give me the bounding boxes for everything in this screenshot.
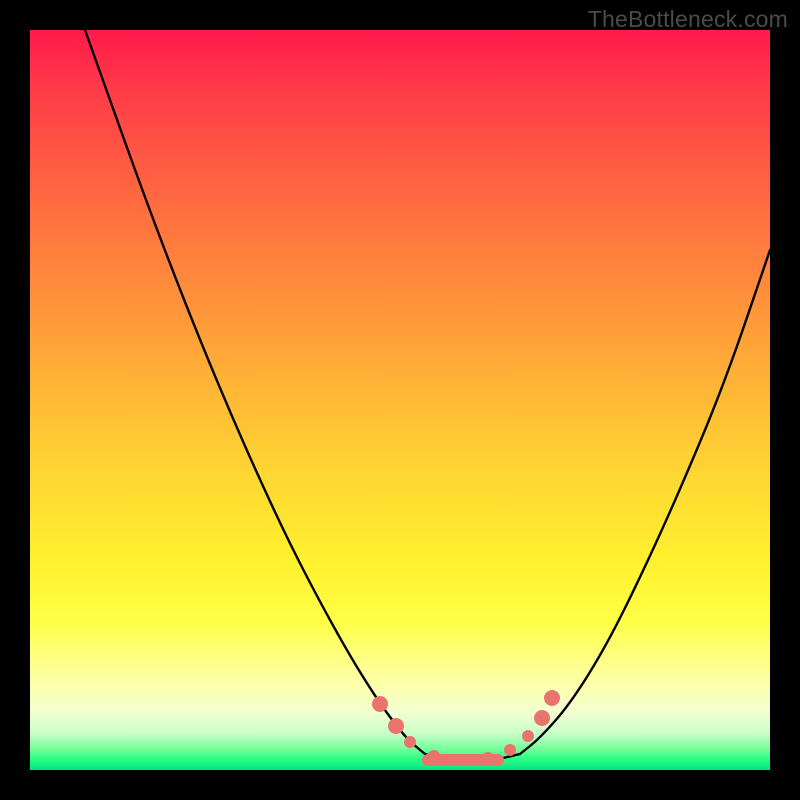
chart-frame: TheBottleneck.com <box>0 0 800 800</box>
gradient-background <box>30 30 770 770</box>
watermark-text: TheBottleneck.com <box>588 6 788 33</box>
plot-area <box>30 30 770 770</box>
